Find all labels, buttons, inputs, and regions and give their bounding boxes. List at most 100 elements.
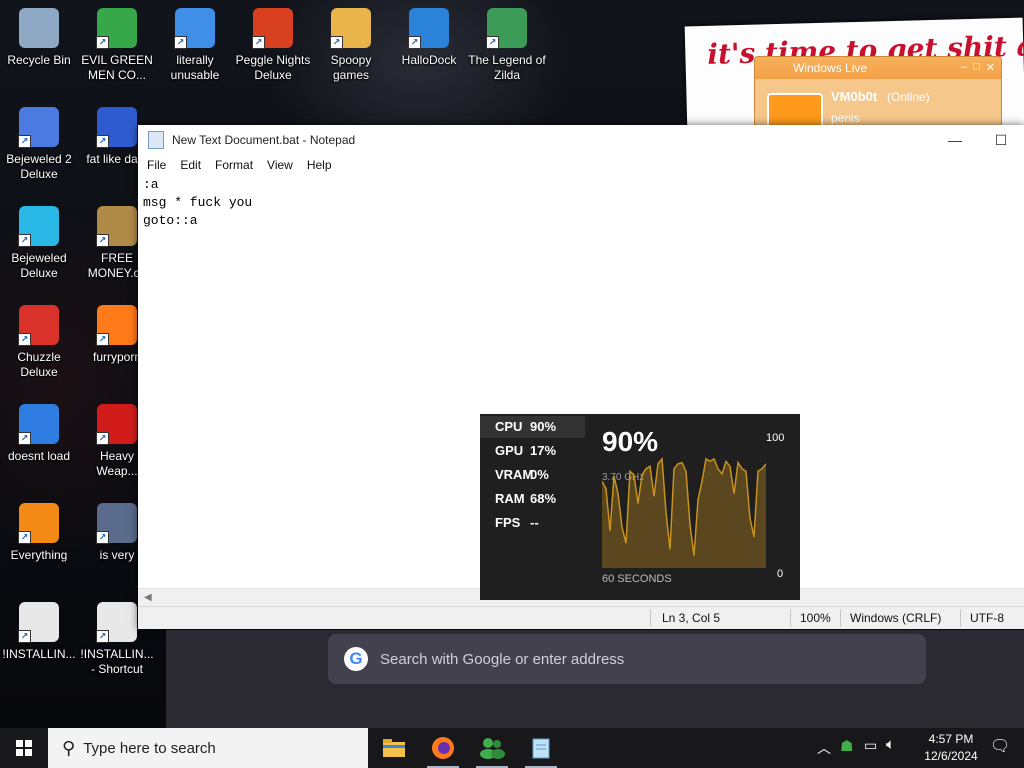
firefox-button[interactable]	[419, 728, 467, 768]
firefox-icon	[432, 737, 454, 759]
folder-icon: ↗	[330, 8, 371, 49]
shortcut-arrow-icon: ↗	[96, 36, 109, 49]
notification-icon[interactable]: 🗨︎	[990, 736, 1010, 756]
messenger-tray-icon[interactable]: ☗	[840, 737, 853, 755]
text-file-shortcut-icon: ↗	[96, 602, 137, 643]
file-explorer-button[interactable]	[370, 728, 418, 768]
taskbar-search-box[interactable]: ⚲ Type here to search	[48, 728, 368, 768]
messenger-controls: – □ ✕	[961, 61, 995, 74]
desktop-icon-label: !INSTALLIN...	[2, 647, 76, 661]
mpl-shield-icon: ↗	[96, 503, 137, 544]
scroll-left-icon[interactable]: ◀	[144, 592, 152, 603]
personal-message[interactable]: penis	[831, 111, 860, 125]
search-icon: ⚲	[62, 737, 76, 758]
desktop-icon-label: !INSTALLIN... - Shortcut	[80, 647, 154, 676]
zoom-level: 100%	[800, 611, 831, 625]
zilda-icon: ↗	[486, 8, 527, 49]
menu-bar: File Edit Format View Help	[138, 155, 1024, 175]
peggle-icon: ↗	[252, 8, 293, 49]
desktop-icon[interactable]: ↗ HalloDock	[390, 6, 468, 68]
google-logo-icon: G	[344, 647, 368, 671]
shortcut-arrow-icon: ↗	[18, 630, 31, 643]
menu-format[interactable]: Format	[208, 158, 260, 172]
radiation-icon: ↗	[96, 404, 137, 445]
desktop-icon[interactable]: ↗ doesnt load	[0, 402, 78, 464]
messenger-button[interactable]	[468, 728, 516, 768]
maximize-button[interactable]: ☐	[978, 125, 1024, 155]
clock-date: 12/6/2024	[924, 749, 978, 763]
desktop-icon-label: Peggle Nights Deluxe	[235, 53, 311, 82]
shortcut-arrow-icon: ↗	[486, 36, 499, 49]
desktop-icon[interactable]: ↗ !INSTALLIN...	[0, 600, 78, 662]
encoding: UTF-8	[970, 611, 1004, 625]
menu-edit[interactable]: Edit	[173, 158, 208, 172]
text-file-icon: ↗	[18, 602, 59, 643]
shortcut-arrow-icon: ↗	[330, 36, 343, 49]
notepad-icon	[148, 131, 164, 149]
desktop-icon[interactable]: ↗ Bejeweled 2 Deluxe	[0, 105, 78, 182]
status-bar: Ln 3, Col 5 100% Windows (CRLF) UTF-8	[138, 606, 1024, 629]
perf-row-cpu[interactable]: CPU 90%	[480, 416, 585, 438]
shortcut-arrow-icon: ↗	[252, 36, 265, 49]
file-explorer-icon	[383, 739, 405, 757]
shortcut-arrow-icon: ↗	[408, 36, 421, 49]
notepad-button[interactable]	[517, 728, 565, 768]
notepad-titlebar[interactable]: New Text Document.bat - Notepad — ☐	[138, 125, 1024, 155]
everything-search-icon: ↗	[18, 503, 59, 544]
desktop-icon[interactable]: ↗ The Legend of Zilda	[468, 6, 546, 83]
browser-newtab: G Search with Google or enter address	[166, 630, 1024, 728]
perf-row-gpu[interactable]: GPU 17%	[480, 440, 585, 462]
start-button[interactable]	[0, 728, 48, 768]
google-search-bar[interactable]: G Search with Google or enter address	[328, 634, 926, 684]
maximize-icon[interactable]: □	[973, 61, 980, 74]
shortcut-arrow-icon: ↗	[96, 135, 109, 148]
minimize-button[interactable]: —	[932, 125, 978, 155]
shortcut-arrow-icon: ↗	[96, 333, 109, 346]
windows-logo-icon: ↗	[408, 8, 449, 49]
notepad-icon	[532, 738, 550, 759]
desktop-icon[interactable]: ↗ Peggle Nights Deluxe	[234, 6, 312, 83]
perf-row-value: 90%	[530, 419, 557, 434]
shortcut-arrow-icon: ↗	[96, 234, 109, 247]
perf-row-ram[interactable]: RAM 68%	[480, 488, 585, 510]
perf-row-value: 68%	[530, 491, 557, 506]
desktop-icon[interactable]: ↗ Chuzzle Deluxe	[0, 303, 78, 380]
green-people-icon: ↗	[96, 8, 137, 49]
perf-row-value: 0%	[530, 467, 549, 482]
taskbar: ⚲ Type here to search ︿ ☗ ▭ 🔈︎ 4:57 PM 1…	[0, 728, 1024, 768]
desktop-icon-label: Recycle Bin	[7, 53, 71, 67]
desktop-icon[interactable]: ↗ literally unusable	[156, 6, 234, 83]
perf-row-fps[interactable]: FPS --	[480, 512, 585, 534]
cursor-position: Ln 3, Col 5	[662, 611, 721, 625]
desktop-icon-label: The Legend of Zilda	[468, 53, 546, 82]
clock[interactable]: 4:57 PM 12/6/2024	[914, 731, 988, 765]
shortcut-arrow-icon: ↗	[18, 531, 31, 544]
chuzzle-icon: ↗	[18, 305, 59, 346]
messenger-window[interactable]: Windows Live – □ ✕ VM0b0t (Online) penis	[754, 56, 1002, 134]
volume-icon[interactable]: 🔈︎	[886, 736, 895, 753]
desktop-icon[interactable]: ↗ Spoopy games	[312, 6, 390, 83]
menu-view[interactable]: View	[260, 158, 300, 172]
chevron-up-icon[interactable]: ︿	[817, 738, 831, 758]
messenger-title: Windows Live	[793, 61, 868, 75]
menu-help[interactable]: Help	[300, 158, 339, 172]
desktop-icon-label: EVIL GREEN MEN CO...	[81, 53, 153, 82]
perf-row-label: FPS	[495, 515, 521, 530]
minimize-icon[interactable]: –	[961, 61, 967, 74]
shortcut-arrow-icon: ↗	[18, 234, 31, 247]
desktop-icon[interactable]: ↗ EVIL GREEN MEN CO...	[78, 6, 156, 83]
perf-row-label: CPU	[495, 419, 523, 434]
windows-start-icon	[16, 740, 32, 756]
max-label: 100	[766, 432, 785, 444]
network-icon[interactable]: ▭	[864, 737, 877, 754]
performance-widget: CPU 90% GPU 17% VRAM 0% RAM 68% FPS -- 90% 100 3.…	[480, 414, 800, 600]
close-icon[interactable]: ✕	[986, 61, 995, 74]
desktop-icon-label: Spoopy games	[330, 53, 372, 82]
perf-row-vram[interactable]: VRAM 0%	[480, 464, 585, 486]
online-status[interactable]: (Online)	[887, 90, 930, 104]
desktop-icon[interactable]: Recycle Bin	[0, 6, 78, 68]
desktop-icon[interactable]: ↗ Bejeweled Deluxe	[0, 204, 78, 281]
perf-row-label: RAM	[495, 491, 525, 506]
menu-file[interactable]: File	[140, 158, 173, 172]
desktop-icon[interactable]: ↗ Everything	[0, 501, 78, 563]
